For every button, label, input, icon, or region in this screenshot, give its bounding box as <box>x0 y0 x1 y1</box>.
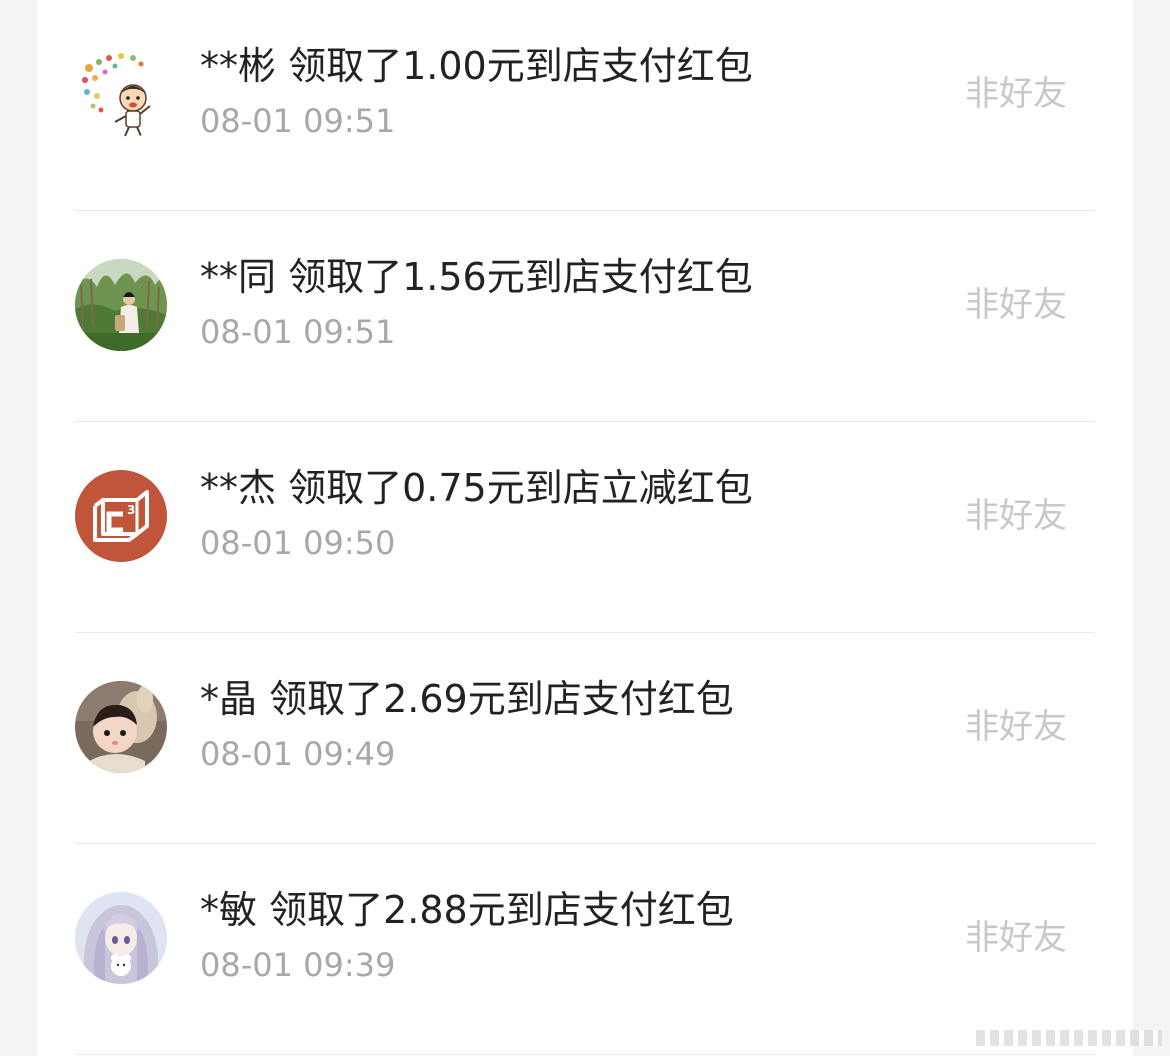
user-name: *晶 <box>200 677 258 721</box>
list-item[interactable]: 3 **杰 领取了0.75元到店立减红包 08-01 09:50 非好友 <box>37 422 1133 633</box>
record-time: 08-01 09:49 <box>200 735 396 773</box>
user-name: **同 <box>200 255 277 299</box>
record-time: 08-01 09:50 <box>200 524 396 562</box>
record-action: 领取了0.75元到店立减红包 <box>288 466 753 510</box>
list-item[interactable]: **彬 领取了1.00元到店支付红包 08-01 09:51 非好友 <box>37 0 1133 211</box>
record-time: 08-01 09:39 <box>200 946 396 984</box>
record-title: **同 领取了1.56元到店支付红包 <box>200 251 753 303</box>
user-name: **杰 <box>200 466 277 510</box>
record-action: 领取了1.56元到店支付红包 <box>288 255 753 299</box>
record-title: **彬 领取了1.00元到店支付红包 <box>200 40 753 92</box>
watermark <box>976 1030 1162 1046</box>
list-item[interactable]: **同 领取了1.56元到店支付红包 08-01 09:51 非好友 <box>37 211 1133 422</box>
user-name: **彬 <box>200 44 277 88</box>
list-item[interactable]: *敏 领取了2.88元到店支付红包 08-01 09:39 非好友 <box>37 844 1133 1055</box>
list-item[interactable]: *晶 领取了2.69元到店支付红包 08-01 09:49 非好友 <box>37 633 1133 844</box>
friend-status: 非好友 <box>965 74 1067 114</box>
cartoon-boy-avatar-icon[interactable] <box>75 48 167 140</box>
record-action: 领取了1.00元到店支付红包 <box>288 44 753 88</box>
record-time: 08-01 09:51 <box>200 102 396 140</box>
user-name: *敏 <box>200 888 258 932</box>
record-title: **杰 领取了0.75元到店立减红包 <box>200 462 753 514</box>
record-title: *晶 领取了2.69元到店支付红包 <box>200 673 734 725</box>
anime-girl-avatar-icon[interactable] <box>75 892 167 984</box>
records-list: **彬 领取了1.00元到店支付红包 08-01 09:51 非好友 **同 领… <box>37 0 1133 1056</box>
friend-status: 非好友 <box>965 918 1067 958</box>
friend-status: 非好友 <box>965 707 1067 747</box>
divider <box>75 1054 1095 1055</box>
record-action: 领取了2.88元到店支付红包 <box>269 888 734 932</box>
outdoor-photo-avatar-icon[interactable] <box>75 259 167 351</box>
baby-photo-avatar-icon[interactable] <box>75 681 167 773</box>
friend-status: 非好友 <box>965 496 1067 536</box>
record-title: *敏 领取了2.88元到店支付红包 <box>200 884 734 936</box>
c3-logo-avatar-icon[interactable]: 3 <box>75 470 167 562</box>
friend-status: 非好友 <box>965 285 1067 325</box>
record-time: 08-01 09:51 <box>200 313 396 351</box>
svg-text:3: 3 <box>127 503 135 517</box>
record-action: 领取了2.69元到店支付红包 <box>269 677 734 721</box>
